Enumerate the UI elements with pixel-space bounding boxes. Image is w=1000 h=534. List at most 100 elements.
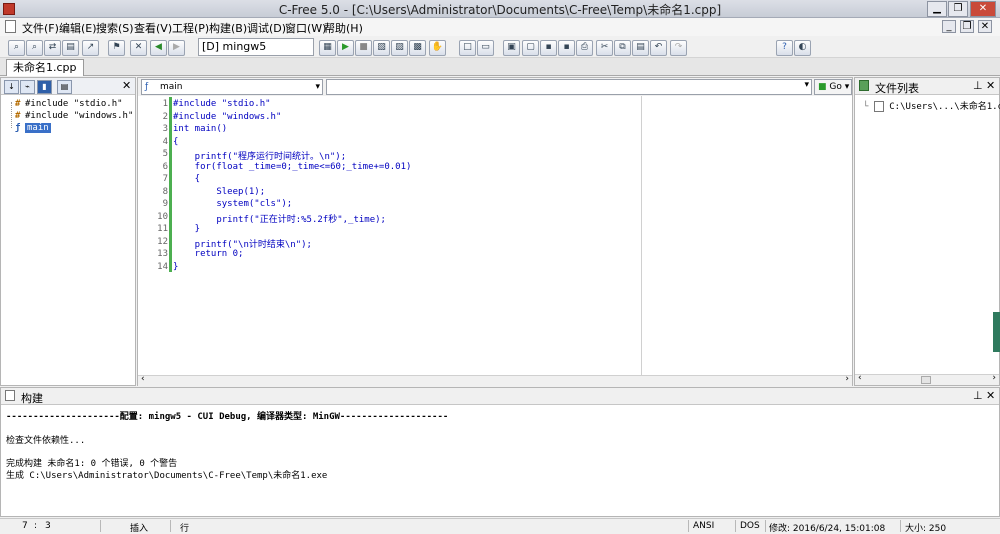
filter-icon[interactable]: ⌁ [20,80,35,94]
save-all-icon[interactable]: ▪ [558,40,575,56]
file-list-item[interactable]: └ C:\Users\...\未命名1.cpp [863,99,1000,112]
status-divider [735,520,736,532]
paste-icon[interactable]: ▤ [632,40,649,56]
editor-panel: ƒ main ▾ ▾ ■ Go ▾ 1 2 3 4 5 6 7 8 9 10 1… [137,77,853,386]
class-view-icon[interactable]: ▮ [37,80,52,94]
code-line: } [173,261,179,272]
file-tab-strip: 未命名1.cpp [0,58,1000,76]
undo-icon[interactable]: ↶ [650,40,667,56]
menu-project[interactable]: 工程(P) [172,20,209,36]
forward-icon[interactable]: ▶ [168,40,185,56]
copy-icon[interactable]: ⧉ [614,40,631,56]
symbol-item[interactable]: ƒ main [15,123,51,133]
save-icon[interactable]: ▪ [540,40,557,56]
build-header: 构建 ⊥ ✕ [1,388,999,405]
menu-file[interactable]: 文件(F) [22,20,59,36]
clear-bookmarks-icon[interactable]: ✕ [130,40,147,56]
redo-icon[interactable]: ↷ [670,40,687,56]
menu-view[interactable]: 查看(V) [134,20,172,36]
about-icon[interactable]: ◐ [794,40,811,56]
build-icon[interactable]: ▧ [373,40,390,56]
pin-icon[interactable]: ⊥ [973,79,983,92]
symbols-toolbar: ↓ ⌁ ▮ ▤ ✕ [1,78,135,95]
output-line: ---------------------配置: mingw5 - CUI De… [6,412,449,422]
menu-build[interactable]: 构建(B) [209,20,247,36]
find-in-files-icon[interactable]: ▤ [62,40,79,56]
scroll-left-icon[interactable]: ‹ [858,373,862,383]
back-icon[interactable]: ◀ [150,40,167,56]
include-icon: # [15,99,21,109]
menu-edit[interactable]: 编辑(E) [59,20,97,36]
status-divider [688,520,689,532]
menu-window[interactable]: 窗口(W) [285,20,326,36]
compiler-select[interactable]: [D] mingw5 [198,38,314,56]
status-divider [900,520,901,532]
close-file-icon[interactable]: ▢ [522,40,539,56]
print-icon[interactable]: ⎙ [576,40,593,56]
code-line: int main() [173,124,228,134]
side-dock-handle[interactable] [993,312,1000,352]
file-list-panel: 文件列表 ⊥ ✕ └ C:\Users\...\未命名1.cpp ‹ › [854,77,1000,386]
horizontal-scrollbar[interactable]: ‹ › [855,373,999,385]
scope-select[interactable]: ▾ [326,79,812,95]
restore-button[interactable]: ❐ [948,1,968,17]
toolbar: ⌕ ⌕ ⇄ ▤ ↗ ⚑ ✕ ◀ ▶ [D] mingw5 ▦ ▶ ■ ▧ ▨ ▩… [0,36,1000,58]
go-button[interactable]: ■ Go ▾ [814,79,852,95]
function-select[interactable]: ƒ main ▾ [141,79,323,95]
cut-icon[interactable]: ✂ [596,40,613,56]
sort-icon[interactable]: ↓ [4,80,19,94]
status-divider [765,520,766,532]
tree-line [11,102,12,128]
file-tab[interactable]: 未命名1.cpp [6,59,84,76]
symbol-item[interactable]: # #include "stdio.h" [15,99,123,109]
cursor-separator: : [34,521,38,531]
scroll-left-icon[interactable]: ‹ [141,374,145,384]
debug-icon[interactable]: ▩ [409,40,426,56]
code-line: #include "windows.h" [173,111,282,122]
help-icon[interactable]: ? [776,40,793,56]
close-panel-icon[interactable]: ✕ [986,79,995,92]
menu-help[interactable]: 帮助(H) [324,20,363,36]
open-project-icon[interactable]: ▣ [503,40,520,56]
code-line: printf("程序运行时间统计。\n"); [173,152,347,162]
stop-icon[interactable]: ■ [355,40,372,56]
scroll-right-icon[interactable]: › [845,374,849,384]
file-list-icon [859,80,869,91]
status-divider [170,520,171,532]
find-next-icon[interactable]: ⌕ [26,40,43,56]
line-ending: DOS [740,521,760,531]
mdi-close-button[interactable]: ✕ [978,20,992,33]
close-button[interactable]: ✕ [970,1,996,17]
minimize-button[interactable]: ▁ [927,1,947,17]
code-line: Sleep(1); [173,186,266,197]
symbol-item[interactable]: # #include "windows.h" [15,111,133,121]
pin-icon[interactable]: ⊥ [973,389,983,402]
scroll-right-icon[interactable]: › [992,373,996,383]
file-list-title: 文件列表 [875,82,919,95]
scroll-thumb[interactable] [921,376,931,384]
mdi-minimize-button[interactable]: _ [942,20,956,33]
close-panel-icon[interactable]: ✕ [122,79,131,92]
open-file-icon[interactable]: ▭ [477,40,494,56]
code-area[interactable]: #include "stdio.h" #include "windows.h" … [138,96,638,376]
mdi-restore-button[interactable]: ❐ [960,20,974,33]
output-line: 生成 C:\Users\Administrator\Documents\C-Fr… [6,471,328,481]
code-line: } [173,224,201,234]
file-view-icon[interactable]: ▤ [57,80,72,94]
run-icon[interactable]: ▶ [337,40,354,56]
new-file-icon[interactable]: □ [459,40,476,56]
compile-icon[interactable]: ▦ [319,40,336,56]
rebuild-icon[interactable]: ▨ [391,40,408,56]
status-bar: 7 : 3 插入 行 ANSI DOS 修改: 2016/6/24, 15:01… [0,518,1000,534]
close-panel-icon[interactable]: ✕ [986,389,995,402]
menu-debug[interactable]: 调试(D) [247,20,286,36]
bookmark-icon[interactable]: ⚑ [108,40,125,56]
options-icon[interactable]: ✋ [429,40,446,56]
goto-icon[interactable]: ↗ [82,40,99,56]
replace-icon[interactable]: ⇄ [44,40,61,56]
horizontal-scrollbar[interactable]: ‹ › [138,374,852,386]
document-icon[interactable] [5,20,16,33]
find-icon[interactable]: ⌕ [8,40,25,56]
code-line: for(float _time=0;_time<=60;_time+=0.01) [173,161,412,172]
menu-search[interactable]: 搜索(S) [96,20,134,36]
